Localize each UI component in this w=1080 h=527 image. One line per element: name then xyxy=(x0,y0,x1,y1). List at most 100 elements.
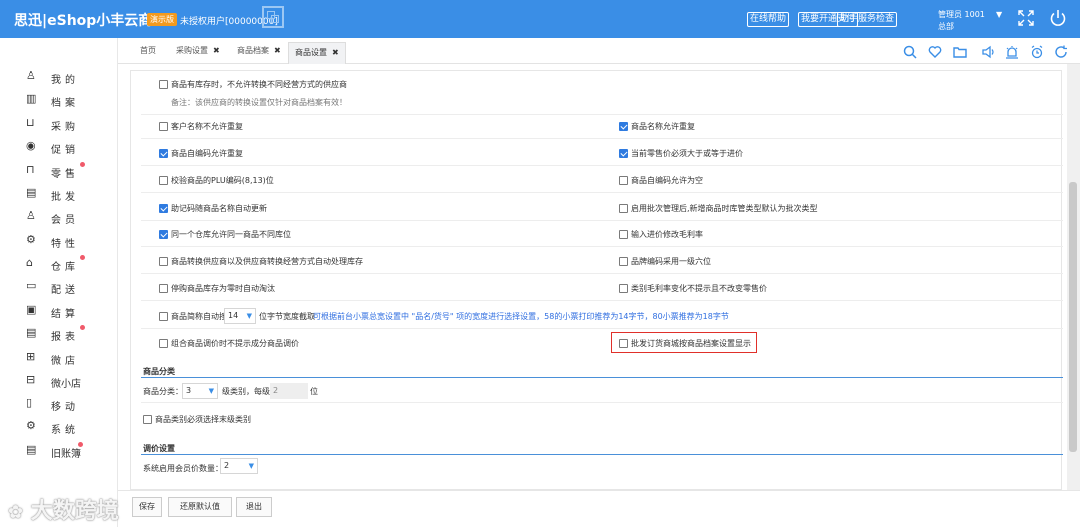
sidebar-item[interactable]: ⊟ 微小店 xyxy=(26,372,112,392)
search-icon[interactable] xyxy=(903,45,917,59)
sidebar-item[interactable]: ⊓ 零售 xyxy=(26,162,112,182)
option-checkbox[interactable] xyxy=(619,122,628,131)
ledger-icon: ▤ xyxy=(26,443,37,456)
assistant-check-button[interactable]: 助手服务检查 xyxy=(837,12,898,27)
option-checkbox[interactable] xyxy=(159,257,168,266)
option-checkbox[interactable] xyxy=(159,149,168,158)
option-checkbox[interactable] xyxy=(619,204,628,213)
option-checkbox[interactable] xyxy=(619,176,628,185)
sidebar-item[interactable]: ▥ 档案 xyxy=(26,91,112,111)
archive-icon: ▥ xyxy=(26,92,37,105)
category-levels-value: 3 xyxy=(186,386,192,395)
top-option-checkbox[interactable] xyxy=(159,80,168,89)
tab-product-archive[interactable]: 商品档案 ✖ xyxy=(237,45,281,56)
close-icon[interactable]: ✖ xyxy=(274,46,281,55)
option-checkbox[interactable] xyxy=(159,122,168,131)
watermark-logo-icon: ✿ xyxy=(8,502,24,523)
option-label: 商品自编码允许为空 xyxy=(631,176,703,185)
sidebar-item[interactable]: ⊔ 采购 xyxy=(26,115,112,135)
must-last-category-label: 商品类别必须选择末级类别 xyxy=(155,415,251,424)
sidebar-item[interactable]: ▤ 旧账簿 xyxy=(26,442,112,462)
section-line xyxy=(141,377,1063,378)
fullscreen-icon[interactable] xyxy=(1018,10,1034,26)
tab-label: 首页 xyxy=(140,46,156,55)
divider xyxy=(141,138,1063,139)
speaker-icon[interactable] xyxy=(981,45,995,59)
watermark: ✿ 大数跨境 xyxy=(8,493,119,525)
save-button[interactable]: 保存 xyxy=(132,497,162,517)
option-checkbox[interactable] xyxy=(159,284,168,293)
category-label: 商品分类： xyxy=(143,387,183,396)
notification-dot xyxy=(80,162,85,167)
brand-title: 思迅|eShop小丰云商6 xyxy=(14,13,163,29)
option-checkbox[interactable] xyxy=(619,149,628,158)
combo-price-checkbox[interactable] xyxy=(159,339,168,348)
settings-icon: ⚙ xyxy=(26,419,36,432)
tab-product-settings[interactable]: 商品设置 ✖ xyxy=(288,42,346,64)
option-checkbox[interactable] xyxy=(619,257,628,266)
sidebar-item[interactable]: ▯ 移动 xyxy=(26,395,112,415)
option-checkbox[interactable] xyxy=(159,204,168,213)
option-checkbox[interactable] xyxy=(619,230,628,239)
short-name-value: 14 xyxy=(228,311,239,320)
heart-icon[interactable] xyxy=(928,45,942,59)
truck-icon: ▭ xyxy=(26,279,37,292)
sidebar-item[interactable]: ♙ 我的 xyxy=(26,68,112,88)
basket-icon: ⊔ xyxy=(26,116,35,129)
short-name-checkbox[interactable] xyxy=(159,312,168,321)
category-levels-select[interactable]: 3 ▼ xyxy=(182,383,218,399)
option-checkbox[interactable] xyxy=(159,176,168,185)
close-icon[interactable]: ✖ xyxy=(213,46,220,55)
settings-panel xyxy=(130,70,1062,490)
sidebar-item[interactable]: ⚙ 系统 xyxy=(26,418,112,438)
sidebar-item[interactable]: ▤ 批发 xyxy=(26,185,112,205)
sidebar-item-label: 配送 xyxy=(51,285,79,296)
scroll-thumb[interactable] xyxy=(1069,182,1077,452)
sidebar-item[interactable]: ▣ 结算 xyxy=(26,302,112,322)
sidebar-item[interactable]: ▭ 配送 xyxy=(26,278,112,298)
tab-label: 商品设置 xyxy=(295,48,327,57)
online-help-button[interactable]: 在线帮助 xyxy=(747,12,790,27)
close-icon[interactable]: ✖ xyxy=(332,48,339,57)
admin-name: 管理员 1001 xyxy=(938,10,985,19)
demo-badge: 演示版 xyxy=(147,13,177,26)
alarm-icon[interactable] xyxy=(1030,45,1044,59)
scrollbar[interactable] xyxy=(1067,64,1080,490)
short-name-label-before: 商品简称自动按 xyxy=(171,312,227,321)
qr-code-icon[interactable] xyxy=(262,6,284,28)
chevron-down-icon: ▼ xyxy=(246,312,252,320)
sidebar-item[interactable]: ♙ 会员 xyxy=(26,208,112,228)
sidebar-item[interactable]: ◉ 促销 xyxy=(26,138,112,158)
category-digits-input[interactable]: 2 xyxy=(270,383,308,399)
notification-dot xyxy=(80,255,85,260)
folder-open-icon[interactable] xyxy=(953,45,967,59)
admin-info[interactable]: 管理员 1001 总部 xyxy=(938,9,985,33)
member-price-select[interactable]: 2 ▼ xyxy=(220,458,258,474)
divider xyxy=(141,246,1063,247)
sidebar-item[interactable]: ▤ 报表 xyxy=(26,325,112,345)
option-label: 输入进价修改毛利率 xyxy=(631,230,703,239)
power-icon[interactable] xyxy=(1049,9,1067,27)
sidebar-item[interactable]: ⚙ 特性 xyxy=(26,232,112,252)
mini-shop-icon: ⊟ xyxy=(26,373,36,386)
tab-purchase-settings[interactable]: 采购设置 ✖ xyxy=(176,45,220,56)
category-unit: 位 xyxy=(310,387,318,396)
sidebar-item-label: 采购 xyxy=(51,122,79,133)
option-checkbox[interactable] xyxy=(159,230,168,239)
sidebar-item[interactable]: ⌂ 仓库 xyxy=(26,255,112,275)
short-name-bytes-select[interactable]: 14 ▼ xyxy=(224,308,256,324)
caret-down-icon[interactable]: ▼ xyxy=(996,10,1002,19)
sidebar-item-label: 移动 xyxy=(51,402,79,413)
exit-button[interactable]: 退出 xyxy=(236,497,272,517)
combo-price-label: 组合商品调价时不提示成分商品调价 xyxy=(171,339,299,348)
tab-home[interactable]: 首页 xyxy=(140,45,156,56)
alert-icon[interactable] xyxy=(1005,45,1019,59)
sidebar-item[interactable]: ⊞ 微店 xyxy=(26,349,112,369)
refresh-icon[interactable] xyxy=(1054,45,1068,59)
restore-default-button[interactable]: 还原默认值 xyxy=(168,497,232,517)
option-label: 当前零售价必须大于或等于进价 xyxy=(631,149,743,158)
option-checkbox[interactable] xyxy=(619,284,628,293)
divider xyxy=(141,402,1063,403)
must-last-category-checkbox[interactable] xyxy=(143,415,152,424)
report-icon: ▤ xyxy=(26,326,37,339)
